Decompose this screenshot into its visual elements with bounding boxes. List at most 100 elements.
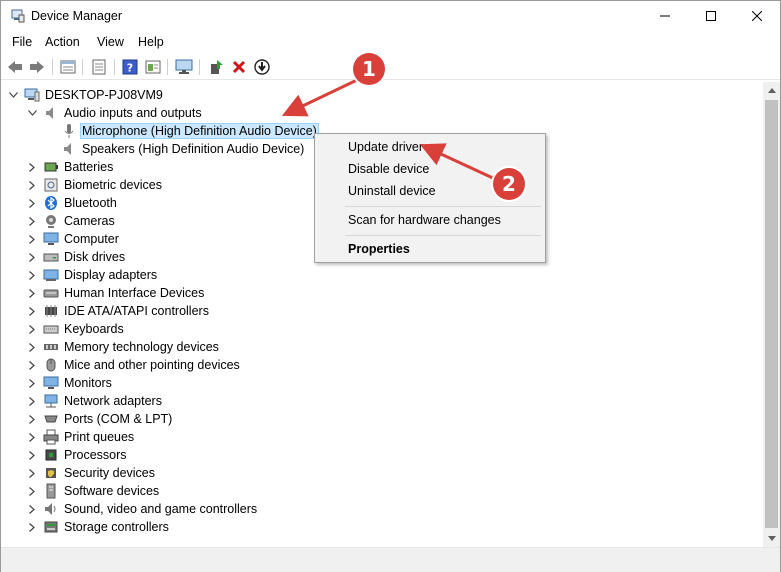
chevron-right-icon[interactable] bbox=[25, 230, 39, 248]
window-title: Device Manager bbox=[31, 9, 123, 23]
download-icon[interactable] bbox=[253, 58, 271, 76]
microphone-icon bbox=[61, 123, 77, 139]
chevron-right-icon[interactable] bbox=[25, 284, 39, 302]
category-ide-ata-atapi-controllers[interactable]: IDE ATA/ATAPI controllers bbox=[25, 302, 211, 320]
chevron-right-icon[interactable] bbox=[25, 212, 39, 230]
category-software-devices[interactable]: Software devices bbox=[25, 482, 161, 500]
monitor-icon bbox=[43, 375, 59, 391]
menu-scan-hardware-changes[interactable]: Scan for hardware changes bbox=[348, 213, 501, 227]
svg-text:?: ? bbox=[127, 62, 133, 75]
chevron-right-icon[interactable] bbox=[25, 500, 39, 518]
device-speakers[interactable]: Speakers (High Definition Audio Device) bbox=[61, 140, 306, 158]
chevron-right-icon[interactable] bbox=[25, 410, 39, 428]
chevron-right-icon[interactable] bbox=[25, 482, 39, 500]
bluetooth-icon bbox=[43, 195, 59, 211]
menu-action[interactable]: Action bbox=[45, 35, 80, 49]
software-device-icon bbox=[43, 483, 59, 499]
scroll-down-icon[interactable] bbox=[763, 530, 780, 547]
category-computer[interactable]: Computer bbox=[25, 230, 121, 248]
device-label: Microphone (High Definition Audio Device… bbox=[80, 123, 319, 139]
help-icon[interactable]: ? bbox=[121, 58, 139, 76]
chevron-right-icon[interactable] bbox=[25, 446, 39, 464]
storage-controller-icon bbox=[43, 519, 59, 535]
minimize-button[interactable] bbox=[642, 1, 688, 31]
status-bar bbox=[1, 564, 780, 572]
vertical-scrollbar[interactable] bbox=[763, 82, 780, 547]
scrollbar-thumb[interactable] bbox=[765, 100, 778, 528]
category-bluetooth[interactable]: Bluetooth bbox=[25, 194, 119, 212]
category-disk-drives[interactable]: Disk drives bbox=[25, 248, 127, 266]
chevron-right-icon[interactable] bbox=[25, 176, 39, 194]
chevron-right-icon[interactable] bbox=[25, 266, 39, 284]
chevron-right-icon[interactable] bbox=[25, 374, 39, 392]
category-mice-pointing-devices[interactable]: Mice and other pointing devices bbox=[25, 356, 242, 374]
category-storage-controllers[interactable]: Storage controllers bbox=[25, 518, 171, 536]
forward-icon[interactable] bbox=[28, 58, 46, 76]
speaker-icon bbox=[61, 141, 77, 157]
hid-icon bbox=[43, 285, 59, 301]
category-display-adapters[interactable]: Display adapters bbox=[25, 266, 159, 284]
chevron-right-icon[interactable] bbox=[25, 356, 39, 374]
fingerprint-icon bbox=[43, 177, 59, 193]
processor-icon bbox=[43, 447, 59, 463]
printer-icon bbox=[43, 429, 59, 445]
properties-list-icon[interactable] bbox=[59, 58, 77, 76]
device-microphone[interactable]: Microphone (High Definition Audio Device… bbox=[61, 122, 319, 140]
menu-update-driver[interactable]: Update driver bbox=[348, 140, 423, 154]
category-batteries[interactable]: Batteries bbox=[25, 158, 115, 176]
speaker-icon bbox=[43, 501, 59, 517]
category-security-devices[interactable]: Security devices bbox=[25, 464, 157, 482]
scroll-up-icon[interactable] bbox=[763, 82, 780, 99]
chevron-right-icon[interactable] bbox=[25, 248, 39, 266]
chevron-right-icon[interactable] bbox=[25, 320, 39, 338]
chevron-right-icon[interactable] bbox=[25, 392, 39, 410]
category-human-interface-devices[interactable]: Human Interface Devices bbox=[25, 284, 206, 302]
category-audio-inputs-outputs[interactable]: Audio inputs and outputs bbox=[25, 104, 204, 122]
category-label: Audio inputs and outputs bbox=[64, 106, 202, 120]
network-adapter-icon bbox=[43, 393, 59, 409]
menu-uninstall-device[interactable]: Uninstall device bbox=[348, 184, 436, 198]
menu-help[interactable]: Help bbox=[138, 35, 164, 49]
battery-icon bbox=[43, 159, 59, 175]
category-memory-technology-devices[interactable]: Memory technology devices bbox=[25, 338, 221, 356]
category-sound-video-game-controllers[interactable]: Sound, video and game controllers bbox=[25, 500, 259, 518]
chevron-right-icon[interactable] bbox=[25, 302, 39, 320]
menu-file[interactable]: File bbox=[12, 35, 32, 49]
uninstall-icon[interactable] bbox=[230, 58, 248, 76]
update-driver-icon[interactable] bbox=[207, 58, 225, 76]
menu-properties[interactable]: Properties bbox=[348, 242, 410, 256]
toolbar: ? bbox=[1, 54, 780, 80]
chevron-right-icon[interactable] bbox=[25, 428, 39, 446]
monitor-icon bbox=[43, 231, 59, 247]
category-network-adapters[interactable]: Network adapters bbox=[25, 392, 164, 410]
close-button[interactable] bbox=[734, 1, 780, 31]
chevron-right-icon[interactable] bbox=[25, 338, 39, 356]
mouse-icon bbox=[43, 357, 59, 373]
tree-root[interactable]: DESKTOP-PJ08VM9 bbox=[6, 86, 165, 104]
computer-icon bbox=[24, 87, 40, 103]
category-print-queues[interactable]: Print queues bbox=[25, 428, 136, 446]
chevron-right-icon[interactable] bbox=[25, 464, 39, 482]
category-cameras[interactable]: Cameras bbox=[25, 212, 117, 230]
console-tree-icon[interactable] bbox=[90, 58, 108, 76]
device-manager-app-icon bbox=[11, 9, 25, 23]
chevron-right-icon[interactable] bbox=[25, 158, 39, 176]
horizontal-scrollbar[interactable] bbox=[1, 547, 780, 564]
category-biometric-devices[interactable]: Biometric devices bbox=[25, 176, 164, 194]
maximize-button[interactable] bbox=[688, 1, 734, 31]
category-monitors[interactable]: Monitors bbox=[25, 374, 114, 392]
device-manager-window: Device Manager File Action View Help ? D… bbox=[0, 0, 781, 572]
chevron-down-icon[interactable] bbox=[6, 86, 20, 104]
monitor-icon[interactable] bbox=[175, 58, 193, 76]
menu-disable-device[interactable]: Disable device bbox=[348, 162, 429, 176]
back-icon[interactable] bbox=[6, 58, 24, 76]
chevron-right-icon[interactable] bbox=[25, 518, 39, 536]
chevron-down-icon[interactable] bbox=[25, 104, 39, 122]
details-icon[interactable] bbox=[144, 58, 162, 76]
device-label: Speakers (High Definition Audio Device) bbox=[82, 142, 305, 156]
category-keyboards[interactable]: Keyboards bbox=[25, 320, 126, 338]
menu-view[interactable]: View bbox=[97, 35, 124, 49]
chevron-right-icon[interactable] bbox=[25, 194, 39, 212]
category-processors[interactable]: Processors bbox=[25, 446, 129, 464]
category-ports-com-lpt[interactable]: Ports (COM & LPT) bbox=[25, 410, 174, 428]
